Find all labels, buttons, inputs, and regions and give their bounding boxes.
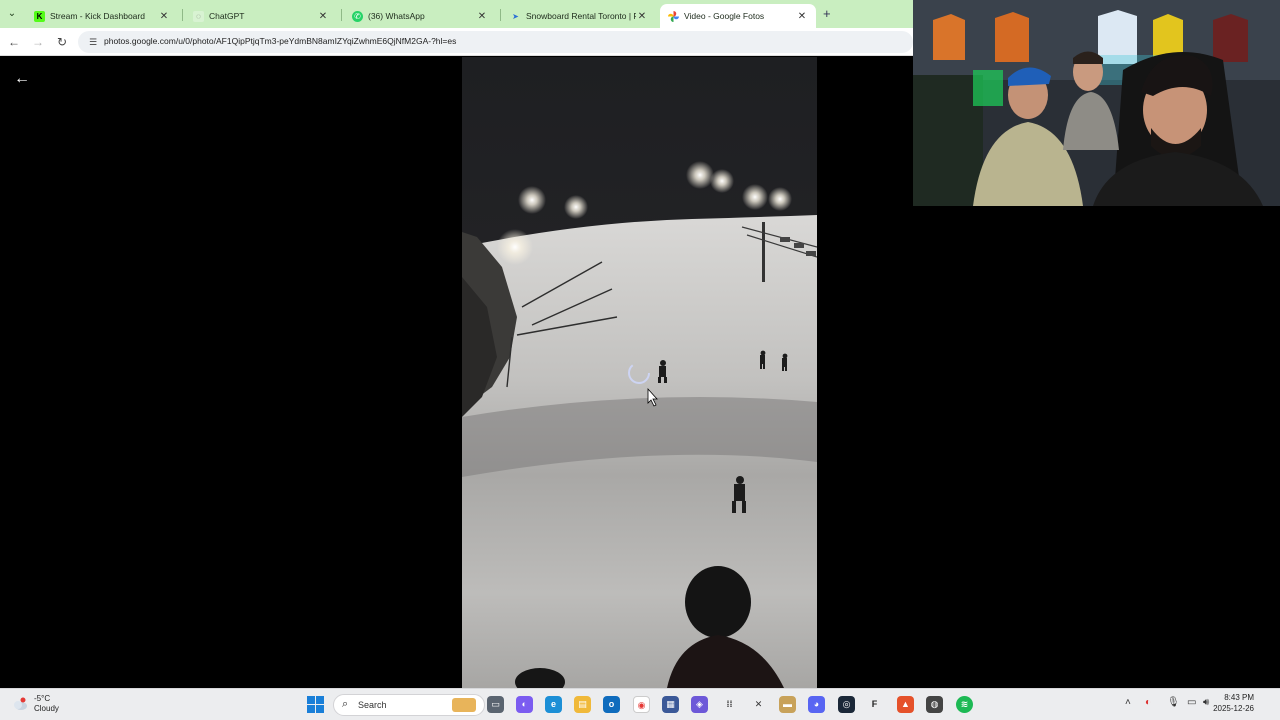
close-tab-icon[interactable]: ✕ [476, 11, 488, 22]
notes-icon[interactable]: ▬ [779, 696, 796, 713]
windows-start-icon[interactable] [307, 696, 324, 713]
game-app-icon[interactable]: ▲ [897, 696, 914, 713]
steam-icon[interactable]: ◎ [838, 696, 855, 713]
reload-icon[interactable]: ↻ [54, 34, 70, 50]
chevron-up-icon[interactable]: ˄ [1125, 697, 1131, 708]
kick-icon: K [34, 10, 45, 22]
app-icon[interactable]: ◈ [691, 696, 708, 713]
webcam-overlay [913, 0, 1280, 206]
tab-search-chevron-icon[interactable]: ⌄ [4, 6, 20, 22]
clock-date[interactable]: 2025-12-26 [1213, 704, 1254, 713]
tab-google-photos[interactable]: Video - Google Fotos ✕ [660, 4, 816, 28]
windows-taskbar: -5°C Cloudy ⌕ Search ▭ ◐ e ▤ o ◉ ▦ ◈ ⁞⁞ … [0, 688, 1280, 720]
cloudy-weather-icon[interactable] [12, 697, 28, 711]
tab-divider [182, 9, 183, 21]
google-photos-icon [668, 10, 679, 22]
address-bar[interactable]: ☰ photos.google.com/u/0/photo/AF1QipPtjq… [78, 31, 913, 53]
tab-divider [500, 9, 501, 21]
discord-icon[interactable]: ◕ [808, 696, 825, 713]
site-icon: ➤ [512, 11, 519, 21]
taskbar-search-box[interactable]: ⌕ Search [333, 694, 485, 716]
task-view-icon[interactable]: ▭ [487, 696, 504, 713]
new-tab-button[interactable]: + [823, 6, 831, 21]
store-icon[interactable]: ▦ [662, 696, 679, 713]
close-tab-icon[interactable]: ✕ [636, 11, 648, 22]
background-area [913, 206, 1280, 688]
app-f-icon[interactable]: F [866, 696, 883, 713]
outlook-icon[interactable]: o [603, 696, 620, 713]
tab-whatsapp[interactable]: ✆ (36) WhatsApp ✕ [344, 4, 496, 28]
url-text[interactable]: photos.google.com/u/0/photo/AF1QipPtjqTm… [104, 36, 456, 46]
arrow-left-icon[interactable]: ← [12, 69, 32, 89]
site-info-icon[interactable]: ☰ [86, 35, 100, 49]
tab-snowboard-rental[interactable]: ➤ Snowboard Rental Toronto | Re ✕ [502, 4, 656, 28]
copilot-icon[interactable]: ◐ [516, 696, 533, 713]
clock-time[interactable]: 8:43 PM [1224, 693, 1254, 702]
obs-icon[interactable]: ◍ [926, 696, 943, 713]
tab-chatgpt[interactable]: ◌ ChatGPT ✕ [185, 4, 337, 28]
back-arrow-icon[interactable]: ← [6, 34, 22, 50]
weather-description[interactable]: Cloudy [34, 704, 59, 713]
photo-viewer: ← [0, 57, 913, 688]
weather-temperature[interactable]: -5°C [34, 694, 50, 703]
apps-grid-icon[interactable]: ⁞⁞ [721, 696, 738, 713]
capcut-icon[interactable]: ✕ [750, 696, 767, 713]
ski-slope-video-image [462, 57, 817, 688]
tab-strip: ⌄ K Stream - Kick Dashboard ✕ ◌ ChatGPT … [0, 0, 913, 28]
tray-app-icon[interactable]: ◐ [1145, 697, 1151, 708]
microphone-icon[interactable]: 🎙︎ [1167, 697, 1180, 708]
browser-toolbar: ← → ↻ ☰ photos.google.com/u/0/photo/AF1Q… [0, 28, 913, 56]
edge-icon[interactable]: e [545, 696, 562, 713]
chrome-icon[interactable]: ◉ [633, 696, 650, 713]
close-tab-icon[interactable]: ✕ [796, 11, 808, 22]
close-tab-icon[interactable]: ✕ [317, 11, 329, 22]
search-highlight-icon [452, 698, 476, 712]
spotify-icon[interactable]: ≋ [956, 696, 973, 713]
display-icon[interactable]: ▭ [1187, 697, 1196, 708]
forward-arrow-icon[interactable]: → [30, 34, 46, 50]
tab-kick-dashboard[interactable]: K Stream - Kick Dashboard ✕ [26, 4, 178, 28]
volume-icon[interactable]: 🔊︎ [1203, 697, 1209, 708]
chatgpt-icon: ◌ [193, 10, 204, 22]
video-frame[interactable] [462, 57, 817, 688]
search-icon: ⌕ [342, 698, 349, 710]
file-explorer-icon[interactable]: ▤ [574, 696, 591, 713]
close-tab-icon[interactable]: ✕ [158, 11, 170, 22]
whatsapp-icon: ✆ [352, 10, 363, 22]
webcam-image [913, 0, 1280, 206]
tab-divider [341, 9, 342, 21]
